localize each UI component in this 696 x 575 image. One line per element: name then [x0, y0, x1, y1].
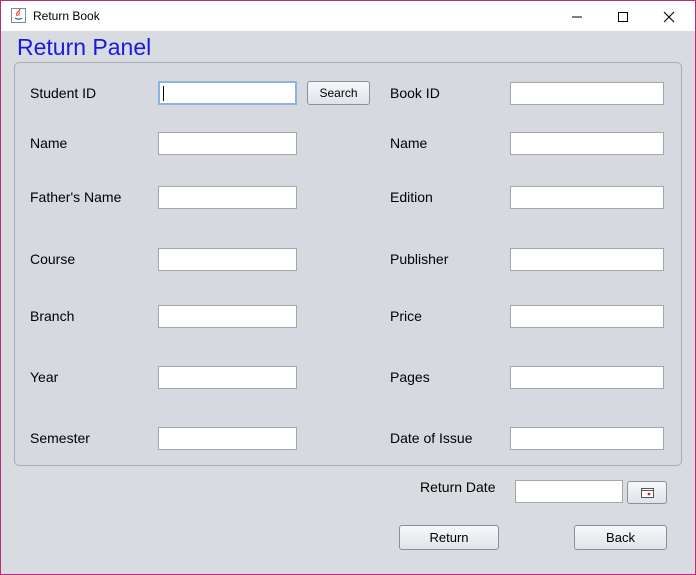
close-button[interactable]	[645, 1, 691, 31]
student-name-label: Name	[30, 135, 68, 151]
date-picker-button[interactable]	[627, 481, 667, 504]
java-app-icon	[11, 8, 26, 23]
pages-input[interactable]	[510, 366, 664, 389]
content-pane: Return Panel Student ID Search Name Fath…	[1, 31, 695, 574]
price-input[interactable]	[510, 305, 664, 328]
search-button[interactable]: Search	[307, 81, 370, 105]
date-of-issue-input[interactable]	[510, 427, 664, 450]
return-date-input[interactable]	[515, 480, 623, 503]
minimize-icon	[572, 16, 582, 18]
pages-label: Pages	[390, 369, 430, 385]
return-book-window: Return Book Return Panel Student ID Sear…	[0, 0, 696, 575]
year-input[interactable]	[158, 366, 297, 389]
student-name-input[interactable]	[158, 132, 297, 155]
return-button[interactable]: Return	[399, 525, 499, 550]
maximize-button[interactable]	[599, 1, 645, 31]
student-id-label: Student ID	[30, 85, 97, 101]
panel-title: Return Panel	[17, 34, 152, 60]
course-label: Course	[30, 251, 76, 267]
fathers-name-input[interactable]	[158, 186, 297, 209]
date-of-issue-label: Date of Issue	[390, 430, 473, 446]
back-button[interactable]: Back	[574, 525, 667, 550]
price-label: Price	[390, 308, 422, 324]
book-name-input[interactable]	[510, 132, 664, 155]
text-caret	[163, 86, 164, 101]
calendar-icon	[641, 488, 654, 498]
edition-label: Edition	[390, 189, 433, 205]
close-icon	[663, 11, 675, 23]
edition-input[interactable]	[510, 186, 664, 209]
year-label: Year	[30, 369, 59, 385]
maximize-icon	[618, 12, 628, 22]
semester-input[interactable]	[158, 427, 297, 450]
course-input[interactable]	[158, 248, 297, 271]
book-name-label: Name	[390, 135, 428, 151]
minimize-button[interactable]	[553, 1, 599, 31]
branch-input[interactable]	[158, 305, 297, 328]
book-id-label: Book ID	[390, 85, 440, 101]
semester-label: Semester	[30, 430, 90, 446]
student-id-input[interactable]	[158, 81, 297, 105]
publisher-input[interactable]	[510, 248, 664, 271]
branch-label: Branch	[30, 308, 75, 324]
book-id-input[interactable]	[510, 82, 664, 105]
publisher-label: Publisher	[390, 251, 449, 267]
title-bar[interactable]: Return Book	[1, 1, 695, 31]
window-title: Return Book	[33, 9, 100, 23]
details-group: Student ID Search Name Father's Name Cou…	[14, 62, 682, 466]
return-date-label: Return Date	[420, 479, 496, 495]
fathers-name-label: Father's Name	[30, 189, 122, 205]
